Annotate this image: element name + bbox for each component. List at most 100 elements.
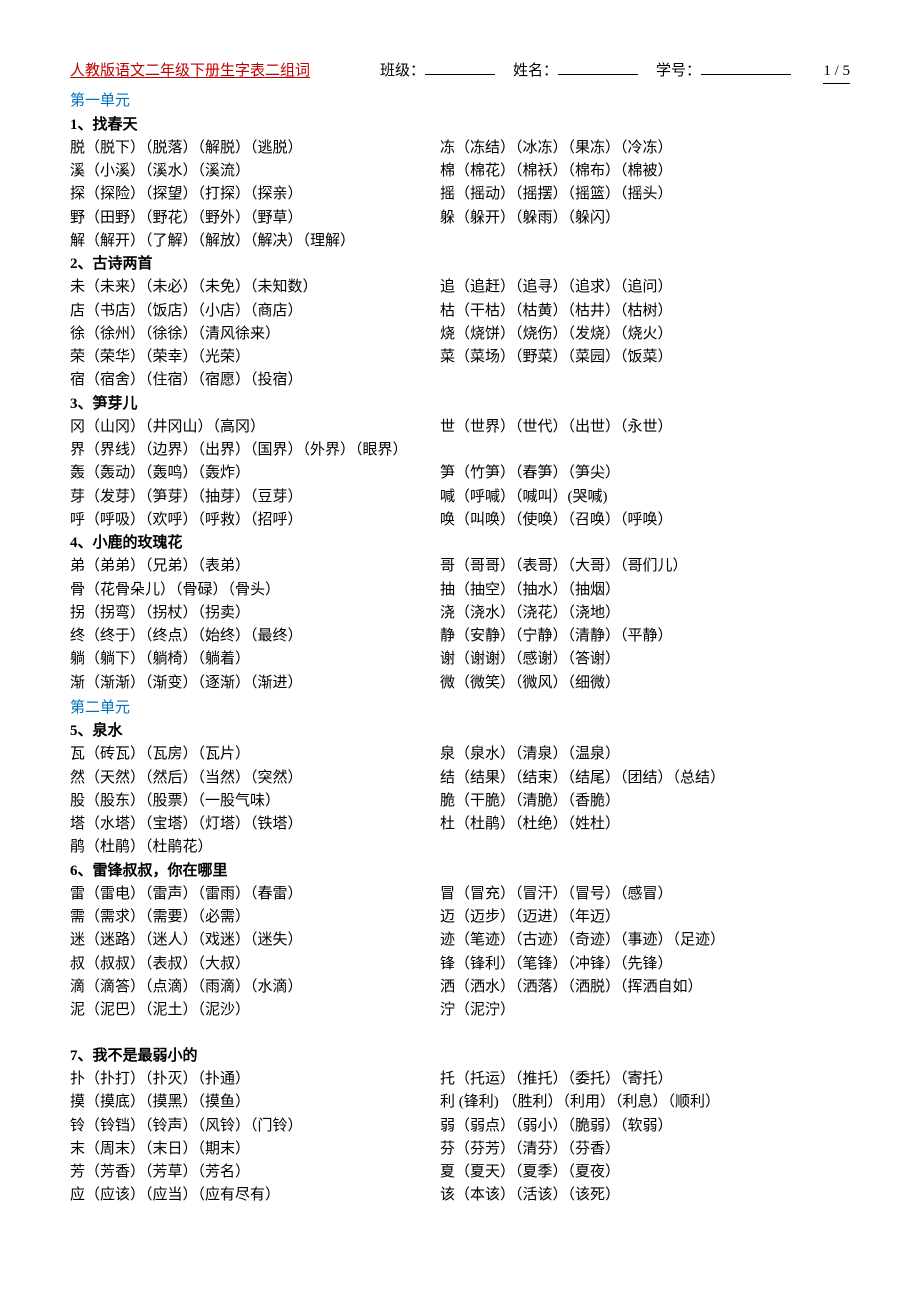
vocab-row: 冈（山冈）（井冈山）（高冈）世（世界）（世代）（出世）（永世） xyxy=(70,416,850,439)
vocab-left: 探（探险）（探望）（打探）（探亲） xyxy=(70,183,440,206)
vocab-right: 冒（冒充）（冒汗）（冒号）（感冒） xyxy=(440,883,850,906)
id-label: 学号： xyxy=(656,60,701,83)
vocab-left: 叔（叔叔）（表叔）（大叔） xyxy=(70,953,440,976)
vocab-right: 结（结果）（结束）（结尾）（团结）（总结） xyxy=(440,767,850,790)
vocab-right: 烧（烧饼）（烧伤）（发烧）（烧火） xyxy=(440,323,850,346)
vocab-left: 芳（芳香）（芳草）（芳名） xyxy=(70,1161,440,1184)
vocab-left: 瓦（砖瓦）（瓦房）（瓦片） xyxy=(70,743,440,766)
vocab-right: 微（微笑）（微风）（细微） xyxy=(440,672,850,695)
vocab-left: 末（周末）（末日）（期末） xyxy=(70,1138,440,1161)
vocab-row: 未（未来）（未必）（未免）（未知数）追（追赶）（追寻）（追求）（追问） xyxy=(70,276,850,299)
vocab-row: 芽（发芽）（笋芽）（抽芽）（豆芽）喊（呼喊）（喊叫）(哭喊) xyxy=(70,486,850,509)
unit-title: 第一单元 xyxy=(70,90,850,113)
vocab-right: 迈（迈步）（迈进）（年迈） xyxy=(440,906,850,929)
vocab-right: 泞（泥泞） xyxy=(440,999,850,1022)
vocab-row: 野（田野）（野花）（野外）（野草）躲（躲开）（躲雨）（躲闪） xyxy=(70,207,850,230)
vocab-row: 呼（呼吸）（欢呼）（呼救）（招呼）唤（叫唤）（使唤）（召唤）（呼唤） xyxy=(70,509,850,532)
vocab-row: 探（探险）（探望）（打探）（探亲）摇（摇动）（摇摆）（摇篮）（摇头） xyxy=(70,183,850,206)
vocab-row: 鹃（杜鹃）（杜鹃花） xyxy=(70,836,850,859)
vocab-row: 躺（躺下）（躺椅）（躺着）谢（谢谢）（感谢）（答谢） xyxy=(70,648,850,671)
vocab-right: 喊（呼喊）（喊叫）(哭喊) xyxy=(440,486,850,509)
vocab-right: 哥（哥哥）（表哥）（大哥）（哥们儿） xyxy=(440,555,850,578)
vocab-left: 扑（扑打）（扑灭）（扑通） xyxy=(70,1068,440,1091)
lesson-title: 3、笋芽儿 xyxy=(70,393,850,416)
vocab-row: 解（解开）（了解）（解放）（解决）（理解） xyxy=(70,230,850,253)
vocab-right: 菜（菜场）（野菜）（菜园）（饭菜） xyxy=(440,346,850,369)
vocab-right: 冻（冻结）（冰冻）（果冻）（冷冻） xyxy=(440,137,850,160)
vocab-right xyxy=(440,369,850,392)
vocab-right: 该（本该）（活该）（该死） xyxy=(440,1184,850,1207)
class-field[interactable] xyxy=(425,74,495,75)
document-title: 人教版语文二年级下册生字表二组词 xyxy=(70,60,310,83)
vocab-left: 徐（徐州）（徐徐）（清风徐来） xyxy=(70,323,440,346)
vocab-right: 芬（芬芳）（清芬）（芬香） xyxy=(440,1138,850,1161)
vocab-left: 未（未来）（未必）（未免）（未知数） xyxy=(70,276,440,299)
vocab-right: 躲（躲开）（躲雨）（躲闪） xyxy=(440,207,850,230)
vocab-left: 然（天然）（然后）（当然）（突然） xyxy=(70,767,440,790)
vocab-row: 渐（渐渐）（渐变）（逐渐）（渐进）微（微笑）（微风）（细微） xyxy=(70,672,850,695)
lesson-title: 5、泉水 xyxy=(70,720,850,743)
vocab-left: 应（应该）（应当）（应有尽有） xyxy=(70,1184,440,1207)
vocab-left: 泥（泥巴）（泥土）（泥沙） xyxy=(70,999,440,1022)
vocab-right: 笋（竹笋）（春笋）（笋尖） xyxy=(440,462,850,485)
page-total: 5 xyxy=(843,63,851,79)
vocab-right: 迹（笔迹）（古迹）（奇迹）（事迹）（足迹） xyxy=(440,929,850,952)
vocab-row: 然（天然）（然后）（当然）（突然）结（结果）（结束）（结尾）（团结）（总结） xyxy=(70,767,850,790)
id-field[interactable] xyxy=(701,74,791,75)
vocab-right xyxy=(440,439,850,462)
vocab-row: 轰（轰动）（轰鸣）（轰炸）笋（竹笋）（春笋）（笋尖） xyxy=(70,462,850,485)
vocab-left: 界（界线）（边界）（出界）（国界）（外界）（眼界） xyxy=(70,439,440,462)
vocab-row: 塔（水塔）（宝塔）（灯塔）（铁塔）杜（杜鹃）（杜绝）（姓杜） xyxy=(70,813,850,836)
vocab-right: 静（安静）（宁静）（清静）（平静） xyxy=(440,625,850,648)
vocab-right xyxy=(440,230,850,253)
vocab-right: 唤（叫唤）（使唤）（召唤）（呼唤） xyxy=(440,509,850,532)
vocab-right: 弱（弱点）（弱小）（脆弱）（软弱） xyxy=(440,1115,850,1138)
vocab-left: 拐（拐弯）（拐杖）（拐卖） xyxy=(70,602,440,625)
vocab-row: 叔（叔叔）（表叔）（大叔）锋（锋利）（笔锋）（冲锋）（先锋） xyxy=(70,953,850,976)
vocab-left: 铃（铃铛）（铃声）（风铃）（门铃） xyxy=(70,1115,440,1138)
vocab-left: 迷（迷路）（迷人）（戏迷）（迷失） xyxy=(70,929,440,952)
class-label: 班级： xyxy=(380,60,425,83)
vocab-left: 终（终于）（终点）（始终）（最终） xyxy=(70,625,440,648)
vocab-row: 徐（徐州）（徐徐）（清风徐来）烧（烧饼）（烧伤）（发烧）（烧火） xyxy=(70,323,850,346)
vocab-row: 脱（脱下）（脱落）（解脱）（逃脱）冻（冻结）（冰冻）（果冻）（冷冻） xyxy=(70,137,850,160)
vocab-row: 界（界线）（边界）（出界）（国界）（外界）（眼界） xyxy=(70,439,850,462)
vocab-left: 荣（荣华）（荣幸）（光荣） xyxy=(70,346,440,369)
vocab-left: 雷（雷电）（雷声）（雷雨）（春雷） xyxy=(70,883,440,906)
vocab-row: 宿（宿舍）（住宿）（宿愿）（投宿） xyxy=(70,369,850,392)
vocab-row: 弟（弟弟）（兄弟）（表弟）哥（哥哥）（表哥）（大哥）（哥们儿） xyxy=(70,555,850,578)
document-header: 人教版语文二年级下册生字表二组词 班级： 姓名： 学号： 1 / 5 xyxy=(70,60,850,84)
vocab-right: 泉（泉水）（清泉）（温泉） xyxy=(440,743,850,766)
vocab-left: 鹃（杜鹃）（杜鹃花） xyxy=(70,836,440,859)
vocab-right: 枯（干枯）（枯黄）（枯井）（枯树） xyxy=(440,300,850,323)
vocab-row: 拐（拐弯）（拐杖）（拐卖）浇（浇水）（浇花）（浇地） xyxy=(70,602,850,625)
vocab-row: 需（需求）（需要）（必需）迈（迈步）（迈进）（年迈） xyxy=(70,906,850,929)
vocab-left: 脱（脱下）（脱落）（解脱）（逃脱） xyxy=(70,137,440,160)
lesson-title: 6、雷锋叔叔，你在哪里 xyxy=(70,860,850,883)
vocab-right: 追（追赶）（追寻）（追求）（追问） xyxy=(440,276,850,299)
vocab-right: 杜（杜鹃）（杜绝）（姓杜） xyxy=(440,813,850,836)
vocab-row: 股（股东）（股票）（一股气味）脆（干脆）（清脆）（香脆） xyxy=(70,790,850,813)
vocab-row: 铃（铃铛）（铃声）（风铃）（门铃）弱（弱点）（弱小）（脆弱）（软弱） xyxy=(70,1115,850,1138)
vocab-right: 利 (锋利) （胜利）（利用）（利息）（顺利） xyxy=(440,1091,850,1114)
name-label: 姓名： xyxy=(513,60,558,83)
vocab-row: 店（书店）（饭店）（小店）（商店）枯（干枯）（枯黄）（枯井）（枯树） xyxy=(70,300,850,323)
vocab-right: 摇（摇动）（摇摆）（摇篮）（摇头） xyxy=(440,183,850,206)
vocab-row: 溪（小溪）（溪水）（溪流）棉（棉花）（棉袄）（棉布）（棉被） xyxy=(70,160,850,183)
vocab-row: 扑（扑打）（扑灭）（扑通）托（托运）（推托）（委托）（寄托） xyxy=(70,1068,850,1091)
vocab-right: 棉（棉花）（棉袄）（棉布）（棉被） xyxy=(440,160,850,183)
vocab-row: 终（终于）（终点）（始终）（最终）静（安静）（宁静）（清静）（平静） xyxy=(70,625,850,648)
vocab-right: 托（托运）（推托）（委托）（寄托） xyxy=(440,1068,850,1091)
vocab-right: 夏（夏天）（夏季）（夏夜） xyxy=(440,1161,850,1184)
vocab-row: 瓦（砖瓦）（瓦房）（瓦片）泉（泉水）（清泉）（温泉） xyxy=(70,743,850,766)
vocab-row: 摸（摸底）（摸黑）（摸鱼）利 (锋利) （胜利）（利用）（利息）（顺利） xyxy=(70,1091,850,1114)
document-body: 第一单元1、找春天脱（脱下）（脱落）（解脱）（逃脱）冻（冻结）（冰冻）（果冻）（… xyxy=(70,90,850,1207)
vocab-row: 末（周末）（末日）（期末）芬（芬芳）（清芬）（芬香） xyxy=(70,1138,850,1161)
vocab-left: 店（书店）（饭店）（小店）（商店） xyxy=(70,300,440,323)
vocab-left: 摸（摸底）（摸黑）（摸鱼） xyxy=(70,1091,440,1114)
vocab-left: 弟（弟弟）（兄弟）（表弟） xyxy=(70,555,440,578)
vocab-row: 骨（花骨朵儿）（骨碌）（骨头）抽（抽空）（抽水）（抽烟） xyxy=(70,579,850,602)
name-field[interactable] xyxy=(558,74,638,75)
vocab-left: 野（田野）（野花）（野外）（野草） xyxy=(70,207,440,230)
vocab-right: 脆（干脆）（清脆）（香脆） xyxy=(440,790,850,813)
